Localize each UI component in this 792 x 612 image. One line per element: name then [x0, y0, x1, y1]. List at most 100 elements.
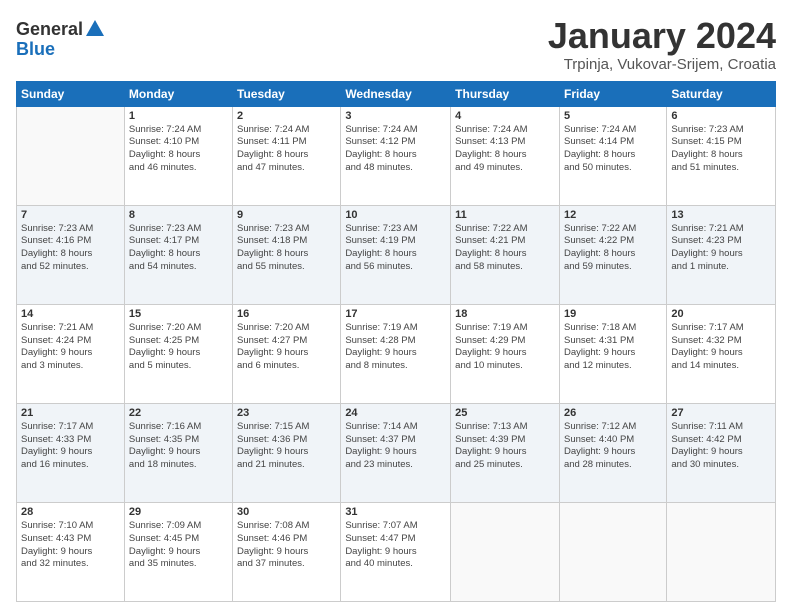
calendar-cell: 9 Sunrise: 7:23 AMSunset: 4:18 PMDaylight… — [233, 205, 341, 304]
day-info: Sunrise: 7:13 AMSunset: 4:39 PMDaylight:… — [455, 421, 555, 472]
day-number: 30 — [237, 506, 336, 518]
day-info: Sunrise: 7:24 AMSunset: 4:12 PMDaylight:… — [345, 124, 446, 175]
calendar-cell: 7Sunrise: 7:23 AMSunset: 4:16 PMDaylight… — [17, 205, 125, 304]
header-row: SundayMondayTuesdayWednesdayThursdayFrid… — [17, 81, 776, 106]
day-number: 28 — [21, 506, 120, 518]
day-number: 18 — [455, 308, 555, 320]
calendar-cell: 12 Sunrise: 7:22 AMSunset: 4:22 PMDayligh… — [559, 205, 666, 304]
day-number: 3 — [345, 110, 446, 122]
logo-general: General — [16, 20, 83, 40]
week-row-4: 21Sunrise: 7:17 AMSunset: 4:33 PMDayligh… — [17, 403, 776, 502]
day-info: Sunrise: 7:20 AMSunset: 4:25 PMDaylight:… — [129, 322, 228, 373]
col-header-sunday: Sunday — [17, 81, 125, 106]
calendar-cell: 22 Sunrise: 7:16 AMSunset: 4:35 PMDayligh… — [124, 403, 232, 502]
day-info: Sunrise: 7:16 AMSunset: 4:35 PMDaylight:… — [129, 421, 228, 472]
calendar-cell: 28 Sunrise: 7:10 AMSunset: 4:43 PMDayligh… — [17, 502, 125, 601]
calendar-cell: 2 Sunrise: 7:24 AMSunset: 4:11 PMDaylight… — [233, 106, 341, 205]
day-number: 22 — [129, 407, 228, 419]
logo: General Blue — [16, 20, 106, 58]
calendar-cell: 6 Sunrise: 7:23 AMSunset: 4:15 PMDaylight… — [667, 106, 776, 205]
day-number: 19 — [564, 308, 662, 320]
calendar-cell — [451, 502, 560, 601]
day-info: Sunrise: 7:24 AMSunset: 4:10 PMDaylight:… — [129, 124, 228, 175]
day-number: 10 — [345, 209, 446, 221]
day-info: Sunrise: 7:08 AMSunset: 4:46 PMDaylight:… — [237, 520, 336, 571]
calendar-cell: 18 Sunrise: 7:19 AMSunset: 4:29 PMDayligh… — [451, 304, 560, 403]
day-number: 14 — [21, 308, 120, 320]
week-row-2: 7Sunrise: 7:23 AMSunset: 4:16 PMDaylight… — [17, 205, 776, 304]
day-info: Sunrise: 7:23 AMSunset: 4:15 PMDaylight:… — [671, 124, 771, 175]
day-info: Sunrise: 7:19 AMSunset: 4:29 PMDaylight:… — [455, 322, 555, 373]
calendar-cell: 29 Sunrise: 7:09 AMSunset: 4:45 PMDayligh… — [124, 502, 232, 601]
week-row-5: 28 Sunrise: 7:10 AMSunset: 4:43 PMDayligh… — [17, 502, 776, 601]
day-number: 9 — [237, 209, 336, 221]
day-info: Sunrise: 7:22 AMSunset: 4:22 PMDaylight:… — [564, 223, 662, 274]
calendar-cell: 3 Sunrise: 7:24 AMSunset: 4:12 PMDaylight… — [341, 106, 451, 205]
calendar-cell: 20 Sunrise: 7:17 AMSunset: 4:32 PMDayligh… — [667, 304, 776, 403]
logo-blue: Blue — [16, 40, 106, 58]
calendar-cell: 30 Sunrise: 7:08 AMSunset: 4:46 PMDayligh… — [233, 502, 341, 601]
day-info: Sunrise: 7:22 AMSunset: 4:21 PMDaylight:… — [455, 223, 555, 274]
calendar-cell: 21Sunrise: 7:17 AMSunset: 4:33 PMDayligh… — [17, 403, 125, 502]
logo-icon — [84, 18, 106, 40]
day-info: Sunrise: 7:14 AMSunset: 4:37 PMDaylight:… — [345, 421, 446, 472]
calendar-cell: 8Sunrise: 7:23 AMSunset: 4:17 PMDaylight… — [124, 205, 232, 304]
day-info: Sunrise: 7:21 AMSunset: 4:24 PMDaylight:… — [21, 322, 120, 373]
day-number: 31 — [345, 506, 446, 518]
week-row-3: 14 Sunrise: 7:21 AMSunset: 4:24 PMDayligh… — [17, 304, 776, 403]
day-number: 27 — [671, 407, 771, 419]
day-info: Sunrise: 7:24 AMSunset: 4:13 PMDaylight:… — [455, 124, 555, 175]
col-header-saturday: Saturday — [667, 81, 776, 106]
day-info: Sunrise: 7:17 AMSunset: 4:33 PMDaylight:… — [21, 421, 120, 472]
calendar-cell: 14 Sunrise: 7:21 AMSunset: 4:24 PMDayligh… — [17, 304, 125, 403]
day-info: Sunrise: 7:21 AMSunset: 4:23 PMDaylight:… — [671, 223, 771, 274]
page: General Blue January 2024 Trpinja, Vukov… — [0, 0, 792, 612]
col-header-monday: Monday — [124, 81, 232, 106]
day-number: 25 — [455, 407, 555, 419]
day-info: Sunrise: 7:07 AMSunset: 4:47 PMDaylight:… — [345, 520, 446, 571]
calendar-cell: 15Sunrise: 7:20 AMSunset: 4:25 PMDayligh… — [124, 304, 232, 403]
week-row-1: 1Sunrise: 7:24 AMSunset: 4:10 PMDaylight… — [17, 106, 776, 205]
day-number: 29 — [129, 506, 228, 518]
day-info: Sunrise: 7:15 AMSunset: 4:36 PMDaylight:… — [237, 421, 336, 472]
col-header-thursday: Thursday — [451, 81, 560, 106]
calendar-cell — [667, 502, 776, 601]
day-number: 2 — [237, 110, 336, 122]
calendar-cell: 31 Sunrise: 7:07 AMSunset: 4:47 PMDayligh… — [341, 502, 451, 601]
col-header-wednesday: Wednesday — [341, 81, 451, 106]
day-info: Sunrise: 7:24 AMSunset: 4:11 PMDaylight:… — [237, 124, 336, 175]
day-info: Sunrise: 7:18 AMSunset: 4:31 PMDaylight:… — [564, 322, 662, 373]
col-header-tuesday: Tuesday — [233, 81, 341, 106]
day-number: 13 — [671, 209, 771, 221]
day-info: Sunrise: 7:09 AMSunset: 4:45 PMDaylight:… — [129, 520, 228, 571]
day-info: Sunrise: 7:12 AMSunset: 4:40 PMDaylight:… — [564, 421, 662, 472]
day-number: 20 — [671, 308, 771, 320]
day-number: 24 — [345, 407, 446, 419]
day-info: Sunrise: 7:10 AMSunset: 4:43 PMDaylight:… — [21, 520, 120, 571]
day-number: 17 — [345, 308, 446, 320]
day-info: Sunrise: 7:11 AMSunset: 4:42 PMDaylight:… — [671, 421, 771, 472]
title-month: January 2024 — [548, 16, 776, 56]
calendar-cell: 19 Sunrise: 7:18 AMSunset: 4:31 PMDayligh… — [559, 304, 666, 403]
calendar-cell: 26 Sunrise: 7:12 AMSunset: 4:40 PMDayligh… — [559, 403, 666, 502]
day-info: Sunrise: 7:23 AMSunset: 4:18 PMDaylight:… — [237, 223, 336, 274]
day-info: Sunrise: 7:17 AMSunset: 4:32 PMDaylight:… — [671, 322, 771, 373]
day-number: 23 — [237, 407, 336, 419]
title-block: January 2024 Trpinja, Vukovar-Srijem, Cr… — [548, 16, 776, 73]
day-info: Sunrise: 7:23 AMSunset: 4:19 PMDaylight:… — [345, 223, 446, 274]
day-number: 26 — [564, 407, 662, 419]
calendar-cell: 5Sunrise: 7:24 AMSunset: 4:14 PMDaylight… — [559, 106, 666, 205]
day-number: 11 — [455, 209, 555, 221]
day-number: 7 — [21, 209, 120, 221]
day-info: Sunrise: 7:24 AMSunset: 4:14 PMDaylight:… — [564, 124, 662, 175]
day-number: 16 — [237, 308, 336, 320]
header: General Blue January 2024 Trpinja, Vukov… — [16, 16, 776, 73]
day-info: Sunrise: 7:23 AMSunset: 4:17 PMDaylight:… — [129, 223, 228, 274]
col-header-friday: Friday — [559, 81, 666, 106]
calendar-cell — [17, 106, 125, 205]
calendar-cell: 10 Sunrise: 7:23 AMSunset: 4:19 PMDayligh… — [341, 205, 451, 304]
calendar-cell: 4Sunrise: 7:24 AMSunset: 4:13 PMDaylight… — [451, 106, 560, 205]
day-number: 6 — [671, 110, 771, 122]
day-number: 12 — [564, 209, 662, 221]
title-location: Trpinja, Vukovar-Srijem, Croatia — [548, 56, 776, 73]
